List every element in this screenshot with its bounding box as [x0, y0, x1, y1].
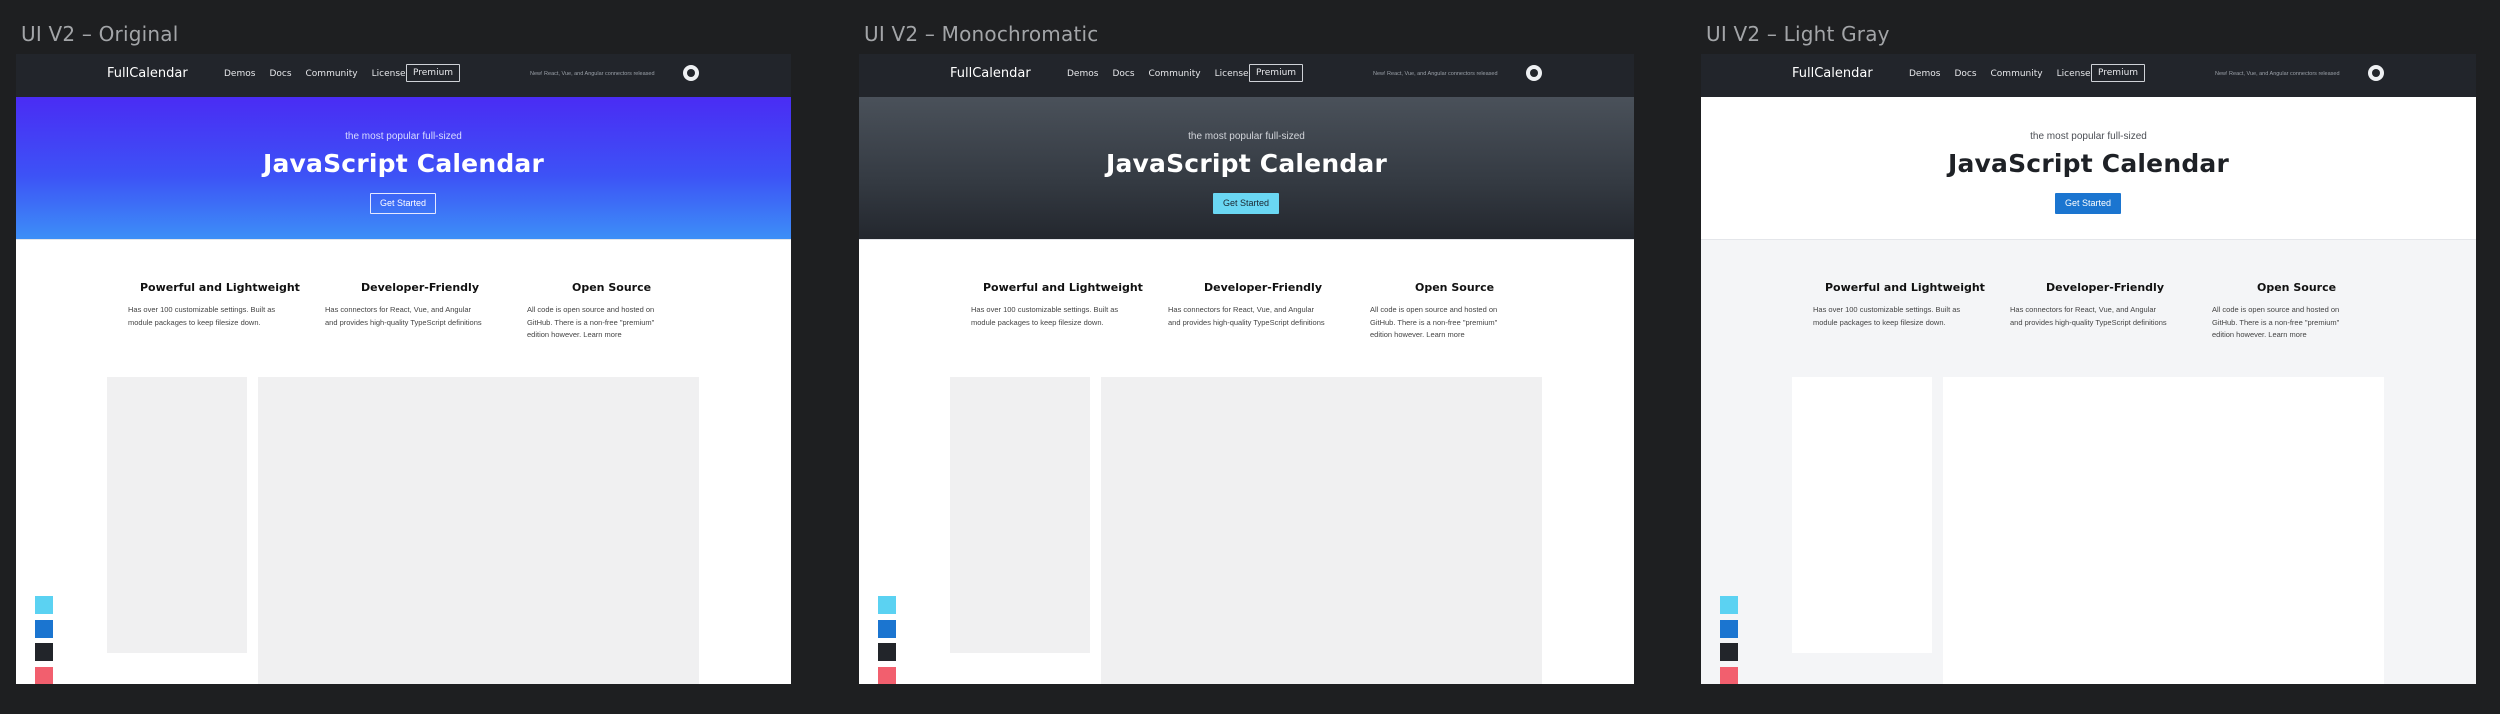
github-icon[interactable] [683, 65, 699, 81]
color-swatch [35, 596, 53, 614]
announcement-text[interactable]: New! React, Vue, and Angular connectors … [2215, 71, 2340, 77]
features-section: Powerful and Lightweight Has over 100 cu… [1701, 240, 2476, 684]
feature-text: All code is open source and hosted on Gi… [1370, 305, 1498, 339]
get-started-button[interactable]: Get Started [2055, 193, 2121, 214]
color-swatch [1720, 620, 1738, 638]
sidebar-placeholder [950, 377, 1090, 653]
feature-text: Has over 100 customizable settings. Buil… [128, 305, 276, 327]
features-section: Powerful and Lightweight Has over 100 cu… [859, 240, 1634, 684]
nav-links: Demos Docs Community License [1067, 69, 1263, 79]
color-swatch [1720, 643, 1738, 661]
github-icon[interactable] [1526, 65, 1542, 81]
color-swatch [1720, 667, 1738, 684]
calendar-placeholder [1943, 377, 2384, 684]
nav-link-demos[interactable]: Demos [1909, 69, 1940, 79]
nav-link-license[interactable]: License [1215, 69, 1249, 79]
feature-text: Has over 100 customizable settings. Buil… [1813, 305, 1961, 327]
top-nav: FullCalendar Demos Docs Community Licens… [16, 54, 791, 97]
top-nav: FullCalendar Demos Docs Community Licens… [1701, 54, 2476, 97]
nav-links: Demos Docs Community License [1909, 69, 2105, 79]
color-swatch [35, 643, 53, 661]
nav-link-license[interactable]: License [372, 69, 406, 79]
nav-link-community[interactable]: Community [1991, 69, 2043, 79]
feature-title: Powerful and Lightweight [1825, 281, 1985, 294]
hero-subtitle: the most popular full-sized [2030, 131, 2147, 142]
brand-logo[interactable]: FullCalendar [107, 66, 188, 81]
feature-text: All code is open source and hosted on Gi… [2212, 305, 2340, 339]
color-swatch [35, 667, 53, 684]
color-swatch [1720, 596, 1738, 614]
feature-text: Has connectors for React, Vue, and Angul… [325, 305, 482, 327]
feature-title: Developer-Friendly [1204, 281, 1322, 294]
frame-title-monochromatic: UI V2 – Monochromatic [864, 22, 1099, 46]
hero-title: JavaScript Calendar [1105, 149, 1388, 178]
premium-button[interactable]: Premium [2091, 64, 2146, 82]
ui-frame-light-gray: FullCalendar Demos Docs Community Licens… [1701, 54, 2476, 684]
feature-text: Has over 100 customizable settings. Buil… [971, 305, 1119, 327]
nav-link-demos[interactable]: Demos [224, 69, 255, 79]
nav-link-community[interactable]: Community [306, 69, 358, 79]
hero-title: JavaScript Calendar [1947, 149, 2230, 178]
feature-title: Open Source [1415, 281, 1495, 294]
feature-text: All code is open source and hosted on Gi… [527, 305, 655, 339]
announcement-text[interactable]: New! React, Vue, and Angular connectors … [1373, 71, 1498, 77]
github-icon[interactable] [2368, 65, 2384, 81]
color-swatch [878, 596, 896, 614]
premium-button[interactable]: Premium [1249, 64, 1304, 82]
get-started-button[interactable]: Get Started [1213, 193, 1279, 214]
frame-title-light-gray: UI V2 – Light Gray [1706, 22, 1890, 46]
calendar-placeholder [258, 377, 699, 684]
hero-subtitle: the most popular full-sized [345, 131, 462, 142]
sidebar-placeholder [107, 377, 247, 653]
color-swatch [878, 643, 896, 661]
feature-title: Powerful and Lightweight [983, 281, 1143, 294]
premium-button[interactable]: Premium [406, 64, 461, 82]
brand-logo[interactable]: FullCalendar [1792, 66, 1873, 81]
nav-links: Demos Docs Community License [224, 69, 420, 79]
nav-link-community[interactable]: Community [1149, 69, 1201, 79]
announcement-text[interactable]: New! React, Vue, and Angular connectors … [530, 71, 655, 77]
ui-frame-monochromatic: FullCalendar Demos Docs Community Licens… [859, 54, 1634, 684]
feature-title: Developer-Friendly [361, 281, 479, 294]
hero-section: the most popular full-sized JavaScript C… [859, 97, 1634, 239]
color-swatch [878, 667, 896, 684]
features-section: Powerful and Lightweight Has over 100 cu… [16, 240, 791, 684]
hero-subtitle: the most popular full-sized [1188, 131, 1305, 142]
feature-title: Powerful and Lightweight [140, 281, 300, 294]
nav-link-demos[interactable]: Demos [1067, 69, 1098, 79]
get-started-button[interactable]: Get Started [370, 193, 436, 214]
feature-title: Developer-Friendly [2046, 281, 2164, 294]
nav-link-license[interactable]: License [2057, 69, 2091, 79]
brand-logo[interactable]: FullCalendar [950, 66, 1031, 81]
nav-link-docs[interactable]: Docs [269, 69, 291, 79]
hero-section: the most popular full-sized JavaScript C… [16, 97, 791, 239]
hero-section: the most popular full-sized JavaScript C… [1701, 97, 2476, 239]
feature-text: Has connectors for React, Vue, and Angul… [1168, 305, 1325, 327]
sidebar-placeholder [1792, 377, 1932, 653]
feature-title: Open Source [2257, 281, 2337, 294]
feature-title: Open Source [572, 281, 652, 294]
color-swatch [878, 620, 896, 638]
nav-link-docs[interactable]: Docs [1112, 69, 1134, 79]
feature-text: Has connectors for React, Vue, and Angul… [2010, 305, 2167, 327]
top-nav: FullCalendar Demos Docs Community Licens… [859, 54, 1634, 97]
nav-link-docs[interactable]: Docs [1954, 69, 1976, 79]
hero-title: JavaScript Calendar [262, 149, 545, 178]
ui-frame-original: FullCalendar Demos Docs Community Licens… [16, 54, 791, 684]
frame-title-original: UI V2 – Original [21, 22, 179, 46]
calendar-placeholder [1101, 377, 1542, 684]
color-swatch [35, 620, 53, 638]
